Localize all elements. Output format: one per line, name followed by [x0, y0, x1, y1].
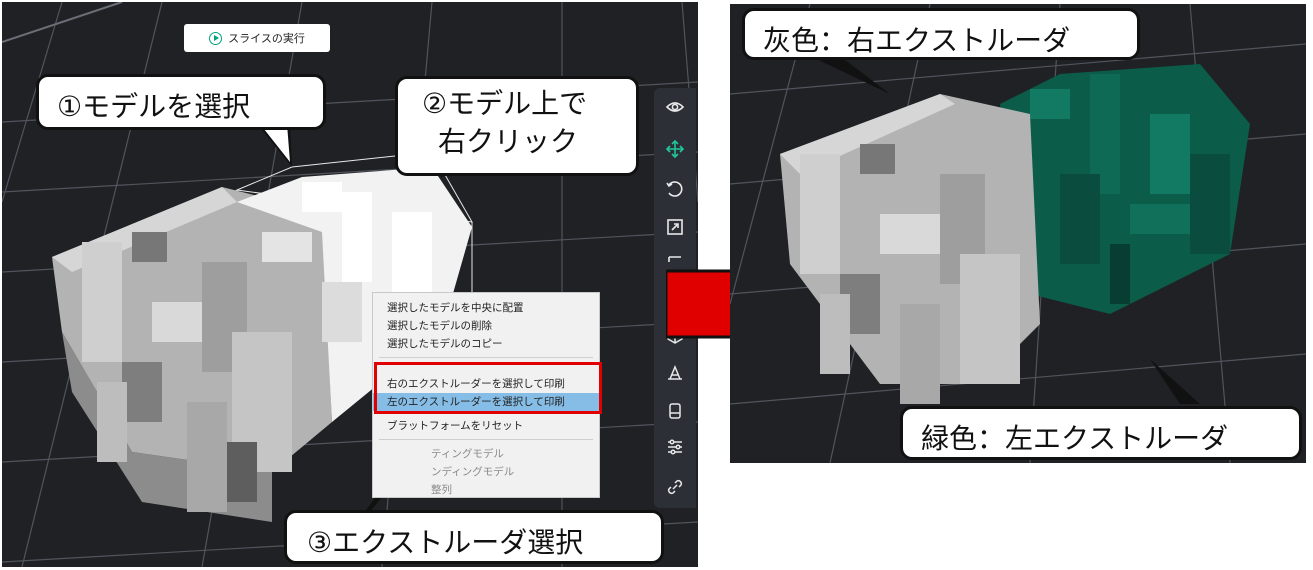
callout-select-model: ①モデルを選択: [36, 74, 326, 130]
callout-green-left-extruder: 緑色：左エクストルーダ: [900, 406, 1302, 460]
cube-model-gray: [780, 94, 1040, 404]
slice-button-label: スライスの実行: [228, 32, 305, 45]
menu-item-center-model[interactable]: 選択したモデルを中央に配置: [373, 299, 599, 317]
rotate-icon[interactable]: [660, 174, 690, 204]
menu-item-copy-model[interactable]: 選択したモデルのコピー: [373, 335, 599, 353]
callout-gray-right-text: 灰色：右エクストルーダ: [763, 24, 1071, 57]
move-icon[interactable]: [660, 134, 690, 164]
menu-item-floating-model: ティングモデル: [431, 448, 504, 460]
callout-extruder-select: ③エクストルーダ選択: [284, 510, 664, 564]
callout-right-click: ②モデル上で 右クリック: [395, 76, 639, 176]
callout-select-model-text: ①モデルを選択: [57, 90, 251, 123]
layer-icon[interactable]: [660, 396, 690, 426]
menu-separator: [379, 357, 593, 358]
link-icon[interactable]: [660, 472, 690, 502]
scale-icon[interactable]: [660, 212, 690, 242]
callout-extruder-select-text: ③エクストルーダ選択: [307, 526, 584, 559]
callout-right-click-line1: ②モデル上で: [422, 87, 588, 120]
screenshot-root: スライスの実行 選択したモデルを中央に配置 選択したモデルの削除 選択したモデル…: [0, 0, 1313, 570]
right-3d-viewport[interactable]: [730, 4, 1306, 463]
extruder-highlight-box: [374, 362, 602, 414]
menu-item-landing-model: ンディングモデル: [431, 466, 515, 478]
menu-item-arrange: 整列: [431, 484, 452, 496]
callout-right-click-line2: 右クリック: [438, 125, 579, 158]
callout-green-left-text: 緑色：左エクストルーダ: [921, 422, 1229, 455]
play-icon: [209, 31, 223, 45]
callout-gray-right-extruder: 灰色：右エクストルーダ: [742, 8, 1140, 60]
menu-item-delete-model[interactable]: 選択したモデルの削除: [373, 317, 599, 335]
menu-item-reset-platform[interactable]: ブラットフォームをリセット: [373, 417, 599, 435]
settings-sliders-icon[interactable]: [660, 432, 690, 462]
right-build-plate-scene: [730, 4, 1306, 463]
eye-icon[interactable]: [660, 92, 690, 122]
menu-separator: [379, 439, 593, 440]
slice-button[interactable]: スライスの実行: [184, 24, 330, 52]
